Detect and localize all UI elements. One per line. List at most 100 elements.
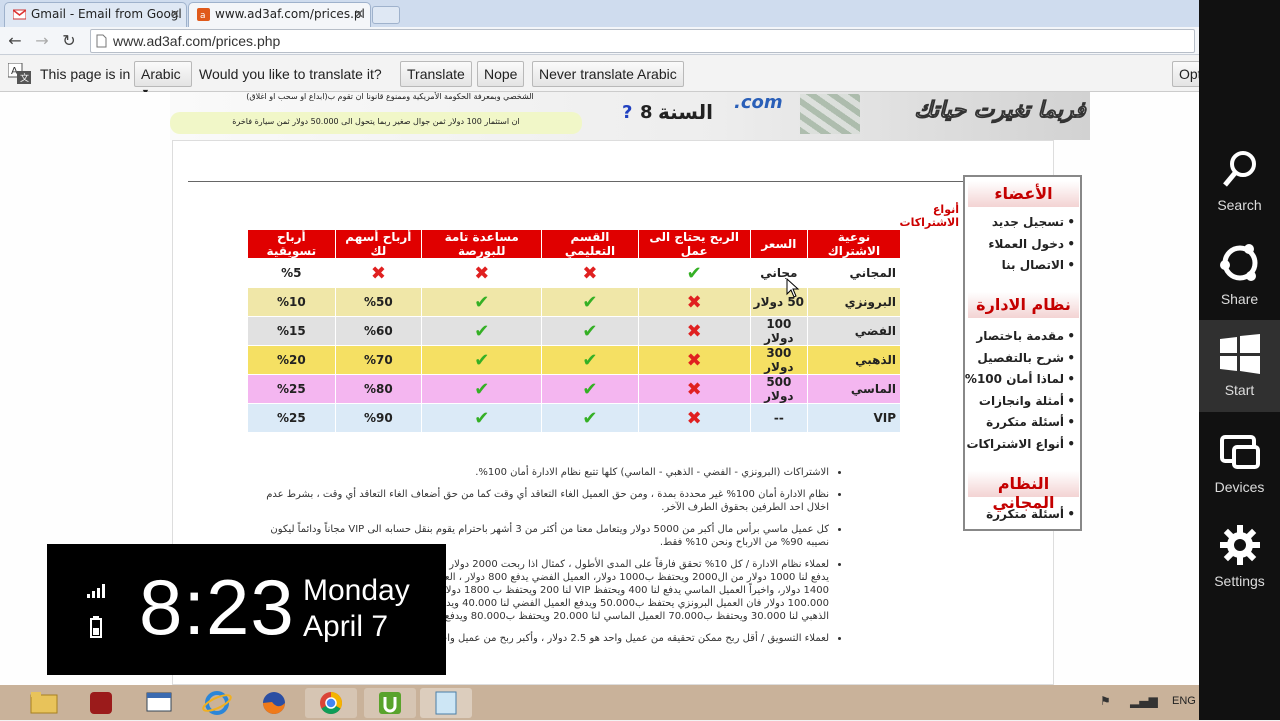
tab-strip: Gmail - Email from Googl ✕ a www.ad3af.c… — [0, 0, 1200, 27]
table-row: VIP -- ✖ ✔ ✔ %90 %25 — [247, 403, 902, 433]
cross-icon: ✖ — [637, 316, 751, 346]
reload-icon[interactable]: ↻ — [58, 30, 80, 52]
taskbar-window[interactable] — [133, 688, 185, 718]
sidebar-link[interactable]: أنواع الاشتراكات — [967, 437, 1075, 451]
money-decoration — [800, 94, 860, 134]
search-icon — [1222, 151, 1256, 187]
taskbar-notepad[interactable] — [420, 688, 472, 718]
flag-icon[interactable]: ⚑ — [1100, 694, 1114, 708]
table-row: الفضي 100 دولار ✖ ✔ ✔ %60 %15 — [247, 316, 902, 346]
cross-icon: ✖ — [334, 258, 423, 288]
gmail-icon — [13, 9, 26, 20]
clock-overlay: 8:23 Monday April 7 — [47, 544, 446, 675]
tab-gmail[interactable]: Gmail - Email from Googl ✕ — [4, 2, 187, 27]
table-cell: الفضي — [806, 316, 902, 346]
table-cell: 100 دولار — [749, 316, 808, 346]
charms-bar: Search Share Start Devices Settings — [1199, 0, 1280, 720]
banner-line-2: ان استثمار 100 دولار ثمن جوال صغير ربما … — [170, 112, 582, 134]
charm-start[interactable]: Start — [1199, 320, 1280, 412]
table-cell: %90 — [334, 403, 423, 433]
never-translate-button[interactable]: Never translate Arabic — [532, 61, 684, 87]
network-icon[interactable]: ▂▄▆ — [1130, 694, 1158, 708]
language-select[interactable]: Arabic ▼ — [134, 61, 192, 97]
taskbar-ie[interactable] — [191, 688, 243, 718]
table-cell: %10 — [247, 287, 336, 317]
table-cell: VIP — [806, 403, 902, 433]
translate-infobar: A文 This page is in Arabic ▼ Would you li… — [0, 56, 1200, 97]
charm-devices[interactable]: Devices — [1199, 425, 1280, 519]
window-icon — [146, 692, 172, 712]
translate-question: Would you like to translate it? — [199, 66, 382, 82]
folder-icon — [30, 692, 58, 714]
table-cell: 500 دولار — [749, 374, 808, 404]
sidebar-link[interactable]: تسجيل جديد — [992, 215, 1075, 229]
column-header: مساعدة تامة للبورصة — [421, 229, 543, 259]
right-sidebar: الأعضاء تسجيل جديد دخول العملاء الاتصال بن… — [963, 175, 1082, 531]
browser-toolbar: ← → ↻ www.ad3af.com/prices.php — [0, 27, 1200, 55]
page-icon — [96, 34, 107, 48]
sidebar-link[interactable]: أسئلة متكررة — [986, 507, 1075, 521]
utorrent-icon — [379, 692, 401, 714]
note-item: الاشتراكات (البرونزي - الفضي - الذهبي - … — [263, 466, 829, 479]
clock-date: April 7 — [303, 610, 389, 643]
table-row: الذهبي 300 دولار ✖ ✔ ✔ %70 %20 — [247, 345, 902, 375]
sidebar-link[interactable]: الاتصال بنا — [1002, 258, 1076, 272]
pricing-table: نوعية الاشتراك السعر الربح يحتاج الى عمل ال… — [247, 229, 902, 433]
table-cell: %20 — [247, 345, 336, 375]
translate-button[interactable]: Translate — [400, 61, 472, 87]
sidebar-link[interactable]: مقدمة باختصار — [976, 329, 1074, 343]
back-arrow-icon[interactable]: ← — [4, 30, 26, 52]
banner-slogan: فربما تغيرت حياتك — [914, 98, 1086, 124]
charm-share[interactable]: Share — [1199, 237, 1280, 331]
url-text: www.ad3af.com/prices.php — [113, 33, 281, 49]
check-icon: ✔ — [421, 345, 543, 375]
translate-prompt: This page is in — [40, 66, 131, 82]
charm-search[interactable]: Search — [1199, 143, 1280, 237]
address-bar[interactable]: www.ad3af.com/prices.php — [90, 29, 1195, 53]
taskbar-explorer[interactable] — [18, 688, 70, 718]
table-row: المجاني مجاني ✔ ✖ ✖ ✖ %5 — [247, 258, 902, 288]
table-cell: %70 — [334, 345, 423, 375]
svg-text:A: A — [11, 66, 18, 77]
cross-icon: ✖ — [421, 258, 543, 288]
check-icon: ✔ — [541, 345, 639, 375]
taskbar-app[interactable] — [75, 688, 127, 718]
options-button[interactable]: Opt — [1172, 61, 1200, 87]
table-cell: %50 — [334, 287, 423, 317]
sidebar-link[interactable]: أسئلة متكررة — [986, 415, 1075, 429]
sidebar-link[interactable]: دخول العملاء — [988, 237, 1074, 251]
free-title: النظام المجاني — [968, 471, 1079, 512]
year-number: 8 — [640, 102, 653, 123]
column-header: السعر — [749, 229, 808, 259]
cross-icon: ✖ — [637, 403, 751, 433]
table-header-row: نوعية الاشتراك السعر الربح يحتاج الى عمل ال… — [247, 229, 902, 259]
chrome-icon — [320, 692, 342, 714]
share-icon — [1219, 244, 1257, 281]
tab-label: Gmail - Email from Googl — [31, 7, 182, 21]
taskbar-chrome[interactable] — [305, 688, 357, 718]
close-icon[interactable]: ✕ — [354, 7, 364, 21]
tab-prices[interactable]: a www.ad3af.com/prices.pl ✕ — [188, 2, 371, 27]
admin-title: نظام الادارة — [968, 292, 1079, 318]
sidebar-link[interactable]: لماذا أمان 100% — [965, 372, 1075, 386]
table-cell: %15 — [247, 316, 336, 346]
svg-text:文: 文 — [20, 72, 29, 84]
taskbar-firefox[interactable] — [248, 688, 300, 718]
new-tab-button[interactable] — [372, 6, 400, 24]
table-cell: %25 — [247, 374, 336, 404]
nope-button[interactable]: Nope — [477, 61, 525, 87]
table-cell: 300 دولار — [749, 345, 808, 375]
close-icon[interactable]: ✕ — [170, 7, 180, 21]
sidebar-link[interactable]: شرح بالتفصيل — [977, 351, 1074, 365]
sidebar-link[interactable]: أمثلة وانجازات — [979, 394, 1075, 408]
internet-explorer-icon — [202, 691, 232, 715]
language-indicator[interactable]: ENG — [1172, 695, 1196, 707]
table-cell: البرونزي — [806, 287, 902, 317]
taskbar-utorrent[interactable] — [364, 688, 416, 718]
charm-settings[interactable]: Settings — [1199, 519, 1280, 613]
column-header: نوعية الاشتراك — [806, 229, 902, 259]
column-header: القسم التعليمي — [541, 229, 639, 259]
question-mark: ? — [622, 102, 633, 123]
cross-icon: ✖ — [541, 258, 639, 288]
forward-arrow-icon[interactable]: → — [31, 30, 53, 52]
